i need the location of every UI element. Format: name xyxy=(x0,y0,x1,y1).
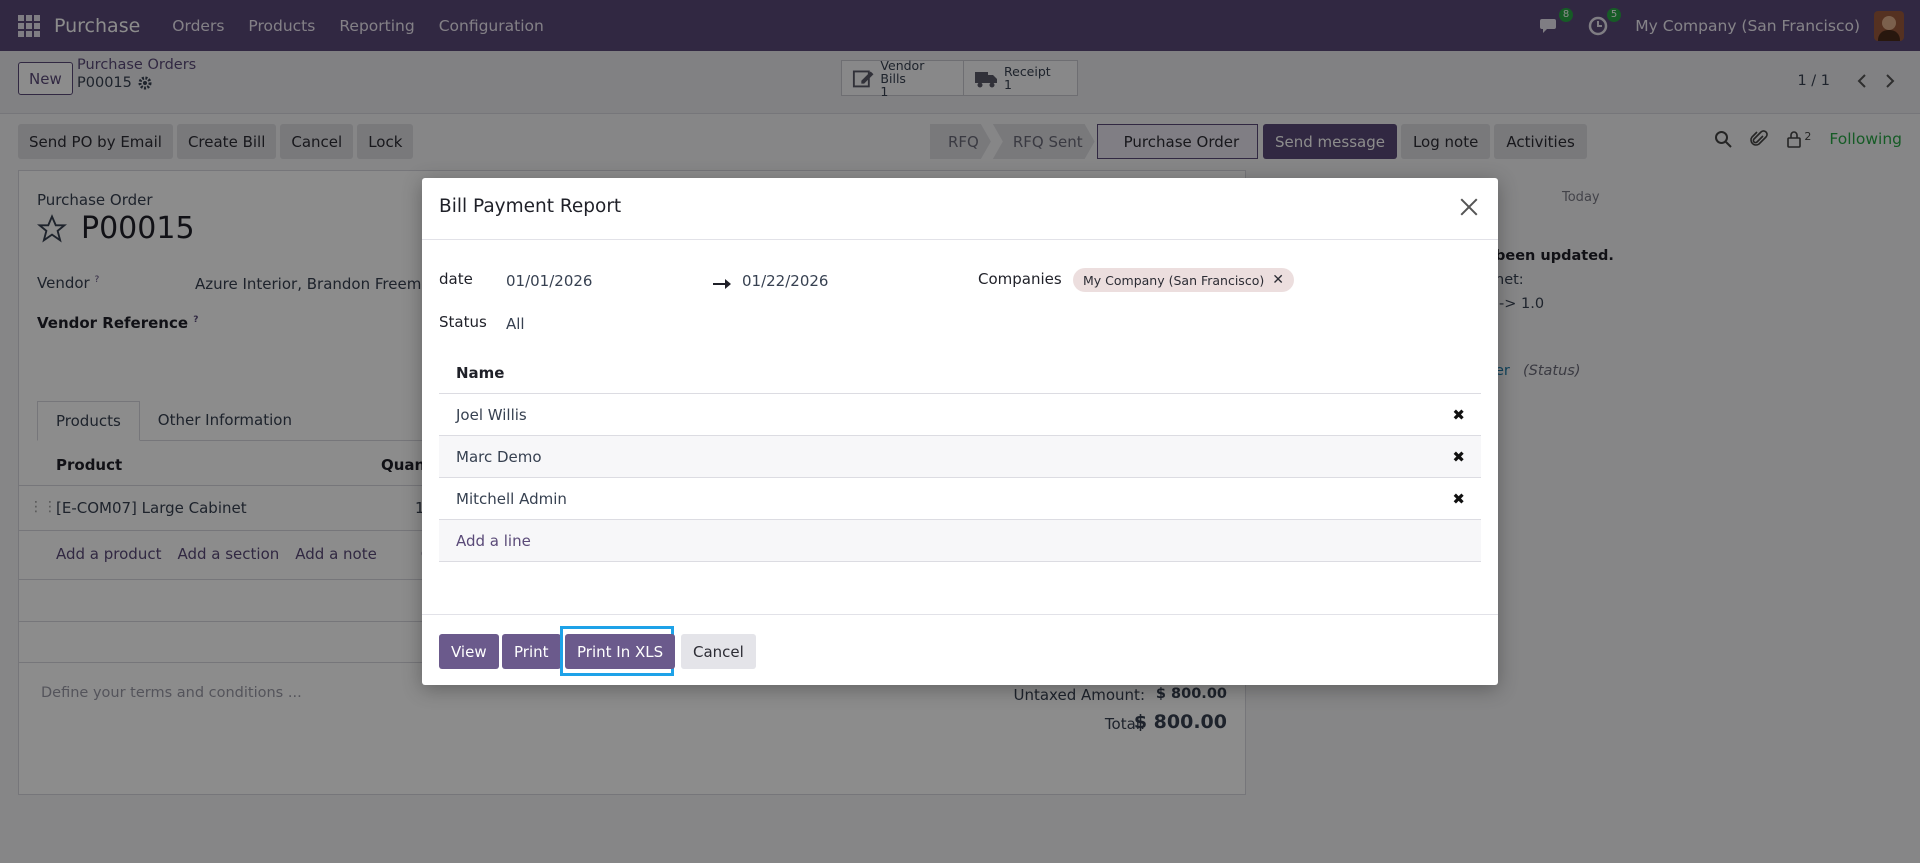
bill-payment-report-dialog: Bill Payment Report date 01/01/2026 01/2… xyxy=(422,178,1498,685)
view-button[interactable]: View xyxy=(439,634,499,669)
column-name[interactable]: Name xyxy=(439,352,1481,394)
users-list: Name Joel Willis ✖ Marc Demo ✖ Mitchell … xyxy=(439,352,1481,562)
table-row[interactable]: Marc Demo ✖ xyxy=(439,436,1481,478)
date-to-input[interactable]: 01/22/2026 xyxy=(742,272,828,290)
status-label: Status xyxy=(439,313,487,331)
delete-row-icon[interactable]: ✖ xyxy=(1452,490,1465,508)
close-icon[interactable] xyxy=(1458,196,1480,218)
date-label: date xyxy=(439,270,473,288)
remove-tag-icon[interactable]: ✕ xyxy=(1272,272,1284,288)
modal-footer: View Print Print In XLS Cancel xyxy=(422,614,1498,685)
company-tag-label: My Company (San Francisco) xyxy=(1083,272,1265,288)
table-row[interactable]: Joel Willis ✖ xyxy=(439,394,1481,436)
status-select[interactable]: All xyxy=(506,315,525,333)
row-name[interactable]: Joel Willis xyxy=(456,406,527,424)
add-line-row[interactable]: Add a line xyxy=(439,520,1481,562)
row-name[interactable]: Mitchell Admin xyxy=(456,490,567,508)
row-name[interactable]: Marc Demo xyxy=(456,448,542,466)
delete-row-icon[interactable]: ✖ xyxy=(1452,448,1465,466)
table-row[interactable]: Mitchell Admin ✖ xyxy=(439,478,1481,520)
print-xls-button[interactable]: Print In XLS xyxy=(565,634,676,669)
companies-label: Companies xyxy=(978,270,1062,288)
cancel-button[interactable]: Cancel xyxy=(681,634,756,669)
arrow-right-icon xyxy=(713,277,731,291)
print-button[interactable]: Print xyxy=(502,634,561,669)
company-tag: My Company (San Francisco) ✕ xyxy=(1073,268,1294,292)
date-from-input[interactable]: 01/01/2026 xyxy=(506,272,592,290)
delete-row-icon[interactable]: ✖ xyxy=(1452,406,1465,424)
modal-header: Bill Payment Report xyxy=(422,178,1498,240)
modal-title: Bill Payment Report xyxy=(439,196,622,217)
add-line-link[interactable]: Add a line xyxy=(456,532,531,550)
